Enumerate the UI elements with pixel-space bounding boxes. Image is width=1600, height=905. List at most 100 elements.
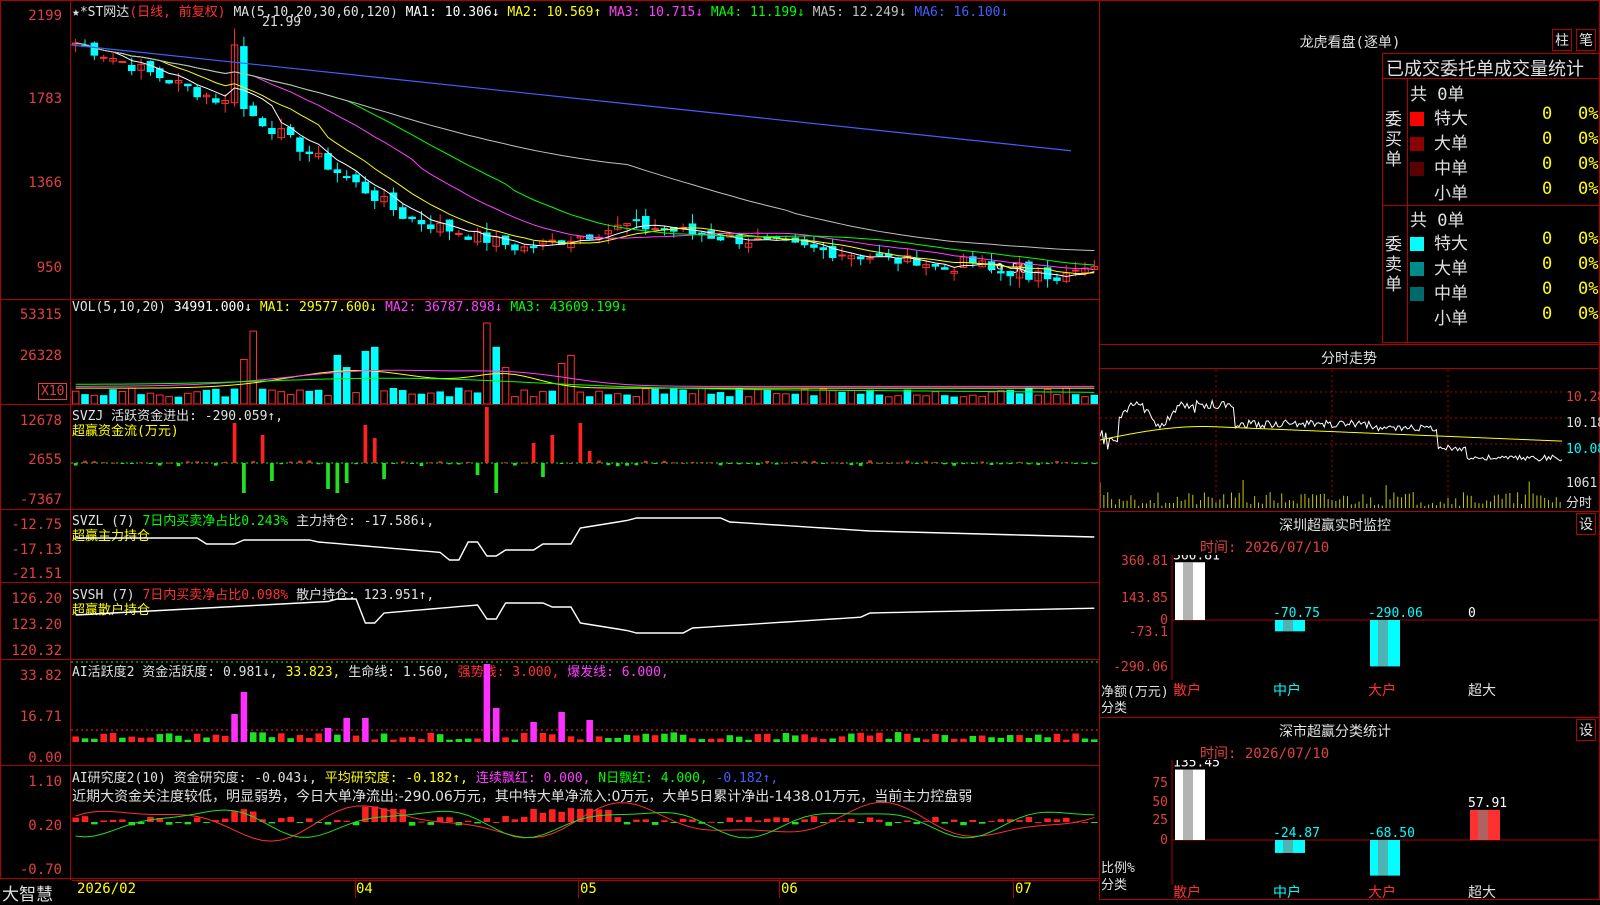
volume-bar — [258, 388, 267, 404]
flow-bar — [727, 463, 732, 464]
volume-bar — [305, 390, 314, 404]
volume-bar — [651, 388, 659, 404]
tick-mode-button[interactable]: 笔 — [1576, 29, 1596, 51]
volume-bar — [202, 389, 211, 404]
ai2-v2: 平均研究度: -0.182↑, — [324, 771, 468, 786]
volume-bar — [688, 393, 697, 404]
research-bar — [306, 818, 313, 822]
volume-bar — [866, 389, 874, 404]
candle-body — [529, 246, 538, 249]
volume-bar — [352, 392, 360, 404]
flow-bar — [485, 407, 489, 463]
bar-ytick: 50 — [1152, 795, 1168, 810]
flow-bar — [868, 460, 872, 463]
bar-ytick: 0 — [1160, 833, 1168, 848]
candle-body — [258, 118, 267, 127]
sell-total: 共 0单 — [1410, 211, 1465, 231]
kline-plot[interactable] — [71, 18, 1099, 298]
volume-bar — [268, 389, 276, 404]
volume-bar — [987, 391, 996, 404]
flow-bar — [111, 462, 115, 464]
candle-body — [305, 151, 314, 155]
classify-settings-button[interactable]: 设 — [1576, 719, 1596, 741]
activity-bar — [315, 733, 322, 742]
volume-bar — [249, 330, 258, 404]
research-bar — [418, 821, 425, 823]
flow-bar — [784, 462, 788, 464]
candle-body — [417, 220, 426, 225]
ma-line — [75, 42, 1095, 266]
flow-bar — [924, 461, 928, 463]
candle-body — [1006, 271, 1014, 277]
volume-bar — [277, 391, 286, 404]
volume-bar — [380, 390, 388, 404]
research-bar — [689, 819, 696, 822]
flow-bar — [83, 460, 87, 463]
research-bar — [221, 818, 229, 822]
flow-bar — [1083, 463, 1087, 464]
activity-bar — [231, 714, 238, 742]
research-bar — [558, 811, 565, 822]
research-bar — [203, 822, 210, 824]
candle-body — [632, 219, 641, 222]
monitor-settings-button[interactable]: 设 — [1576, 513, 1596, 535]
flow-bar — [307, 460, 312, 463]
bar-highlight — [1378, 840, 1388, 876]
row-name: 特大 — [1434, 109, 1468, 129]
volume-bar — [71, 390, 80, 404]
volume-bar — [118, 391, 127, 404]
svzl-plot — [75, 517, 1095, 561]
volume-bar — [492, 346, 500, 404]
kline-ytick: 950 — [36, 260, 62, 276]
row-pct: 0% — [1578, 154, 1599, 174]
flow-bar — [802, 461, 807, 463]
xaxis-tick — [355, 878, 356, 898]
vol-value: 34991.000↓ — [173, 300, 253, 315]
volume-bar — [109, 389, 117, 404]
flow-bar — [148, 463, 153, 464]
ai2-label: AI研究度2(10) 资金研究度: -0.043↓, — [72, 771, 317, 786]
volume-bar — [539, 391, 547, 404]
xaxis-tick — [578, 878, 579, 898]
flow-bar — [942, 463, 947, 465]
research-bar — [483, 818, 491, 822]
candle-body — [212, 98, 220, 103]
color-swatch — [1410, 162, 1424, 176]
flow-bar — [896, 462, 900, 464]
volume-bar — [884, 396, 893, 404]
research-bar — [520, 816, 528, 822]
research-bar — [427, 822, 435, 825]
row-pct: 0% — [1578, 104, 1599, 124]
candle-body — [894, 258, 902, 264]
activity-bar — [679, 734, 687, 742]
volume-bar — [791, 393, 800, 404]
candle-body — [548, 239, 557, 242]
activity-bar — [362, 718, 369, 742]
activity-bar — [689, 738, 696, 742]
intraday-plot[interactable] — [1100, 370, 1564, 510]
flow-bar — [578, 423, 583, 463]
row-name: 大单 — [1434, 259, 1468, 279]
volume-bar — [912, 394, 921, 404]
activity-bar — [539, 732, 547, 742]
research-bar — [661, 820, 668, 822]
flow-bar — [634, 463, 639, 466]
volume-bar — [548, 390, 557, 404]
research-bar — [81, 816, 89, 822]
research-bar — [100, 820, 107, 822]
activity-bar — [1063, 739, 1070, 742]
row-name: 中单 — [1434, 284, 1468, 304]
activity-bar — [137, 737, 145, 742]
flow-bar — [73, 463, 78, 466]
row-name: 小单 — [1434, 309, 1468, 329]
row-count: 0 — [1542, 279, 1553, 299]
volume-bar — [576, 391, 585, 404]
bar-mode-button[interactable]: 柱 — [1552, 29, 1572, 51]
vol-unit[interactable]: X10 — [38, 383, 68, 400]
volume-bar — [127, 387, 136, 404]
activity-bar — [623, 734, 631, 742]
activity-bar — [586, 720, 593, 742]
flow-bar — [840, 462, 844, 464]
research-bar — [193, 817, 201, 822]
volume-bar — [221, 396, 229, 404]
